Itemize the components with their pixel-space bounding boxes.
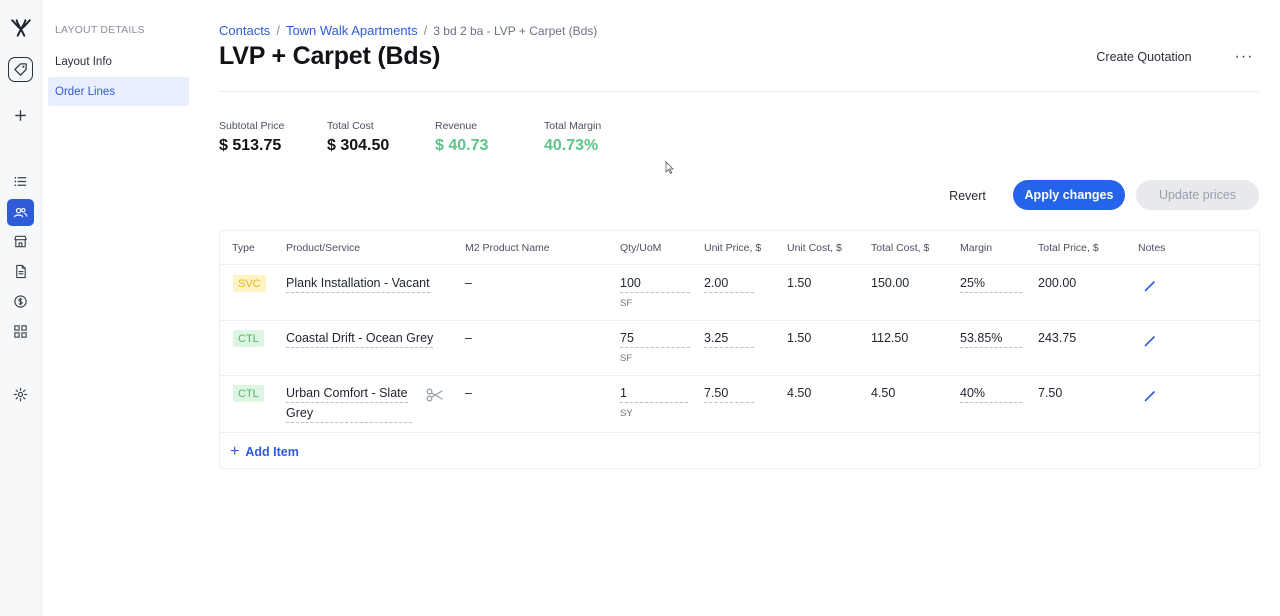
type-badge: SVC xyxy=(233,275,266,292)
order-lines-table: Type Product/Service M2 Product Name Qty… xyxy=(219,230,1260,469)
type-badge: CTL xyxy=(233,385,264,402)
header-m2-product-name: M2 Product Name xyxy=(465,242,550,254)
add-item-button[interactable]: + Add Item xyxy=(230,443,299,461)
unit-cost: 1.50 xyxy=(787,331,812,345)
header-unit-price: Unit Price, $ xyxy=(704,242,762,254)
gear-icon[interactable] xyxy=(7,381,34,408)
m2-product-name: – xyxy=(465,386,472,400)
breadcrumb-project[interactable]: Town Walk Apartments xyxy=(286,23,418,38)
logo-icon[interactable] xyxy=(7,14,34,41)
subnav-item-layout-info[interactable]: Layout Info xyxy=(48,47,189,76)
breadcrumb-contacts[interactable]: Contacts xyxy=(219,23,270,38)
list-icon[interactable] xyxy=(7,168,34,195)
more-options-icon[interactable]: ··· xyxy=(1230,44,1258,70)
stat-label: Total Margin xyxy=(544,120,602,132)
type-badge: CTL xyxy=(233,330,264,347)
stat-subtotal: Subtotal Price $ 513.75 xyxy=(219,120,284,155)
header-total-cost: Total Cost, $ xyxy=(871,242,930,254)
dollar-icon[interactable] xyxy=(7,288,34,315)
plus-icon[interactable] xyxy=(7,102,34,129)
subnav-item-order-lines[interactable]: Order Lines xyxy=(48,77,189,106)
layout-details-nav: LAYOUT DETAILS Layout Info Order Lines xyxy=(46,0,190,616)
row-divider xyxy=(220,375,1259,376)
stat-label: Total Cost xyxy=(327,120,374,132)
update-prices-button[interactable]: Update prices xyxy=(1136,180,1259,210)
breadcrumb-current: 3 bd 2 ba - LVP + Carpet (Bds) xyxy=(433,24,598,38)
contacts-icon[interactable] xyxy=(7,199,34,226)
header-total-price: Total Price, $ xyxy=(1038,242,1099,254)
unit-cost: 4.50 xyxy=(787,386,812,400)
breadcrumb: Contacts / Town Walk Apartments / 3 bd 2 ba … xyxy=(219,23,597,38)
qty-input[interactable]: 100 xyxy=(620,276,690,293)
page-title: LVP + Carpet (Bds) xyxy=(219,42,441,70)
scissors-icon[interactable] xyxy=(426,388,444,402)
unit-cost: 1.50 xyxy=(787,276,812,290)
total-cost: 150.00 xyxy=(871,276,910,290)
header-product: Product/Service xyxy=(286,242,361,254)
logo-mark xyxy=(10,18,31,37)
qty-input[interactable]: 75 xyxy=(620,331,690,348)
subnav-heading: LAYOUT DETAILS xyxy=(55,24,145,36)
create-quotation-button[interactable]: Create Quotation xyxy=(1083,42,1205,72)
stat-value: $ 513.75 xyxy=(219,137,282,154)
product-name[interactable]: Urban Comfort - Slate xyxy=(286,386,408,403)
margin-input[interactable]: 53.85% xyxy=(960,331,1022,348)
breadcrumb-separator: / xyxy=(423,23,428,38)
margin-input[interactable]: 40% xyxy=(960,386,1022,403)
unit-price-input[interactable]: 7.50 xyxy=(704,386,754,403)
document-icon[interactable] xyxy=(7,258,34,285)
header-unit-cost: Unit Cost, $ xyxy=(787,242,842,254)
total-cost: 4.50 xyxy=(871,386,896,400)
m2-product-name: – xyxy=(465,276,472,290)
plus-icon: + xyxy=(230,443,240,460)
edit-notes-pencil-icon[interactable] xyxy=(1144,280,1156,292)
icon-rail xyxy=(0,0,42,616)
total-price: 7.50 xyxy=(1038,386,1063,400)
qty-input[interactable]: 1 xyxy=(620,386,688,403)
add-item-label: Add Item xyxy=(245,445,299,459)
stat-value: 40.73% xyxy=(544,137,599,154)
tag-icon[interactable] xyxy=(8,57,33,82)
header-type: Type xyxy=(232,242,255,254)
header-margin: Margin xyxy=(960,242,993,254)
row-divider xyxy=(220,432,1259,433)
edit-notes-pencil-icon[interactable] xyxy=(1144,335,1156,347)
total-cost: 112.50 xyxy=(871,331,909,345)
total-price: 200.00 xyxy=(1038,276,1077,290)
stat-total-cost: Total Cost $ 304.50 xyxy=(327,120,389,155)
revert-button[interactable]: Revert xyxy=(934,181,1001,210)
product-name[interactable]: Plank Installation - Vacant xyxy=(286,276,430,293)
edit-notes-pencil-icon[interactable] xyxy=(1144,390,1156,402)
stat-value: $ 304.50 xyxy=(327,137,390,154)
product-name-line2[interactable]: Grey xyxy=(286,406,412,423)
m2-product-name: – xyxy=(465,331,472,345)
stat-label: Revenue xyxy=(435,120,478,132)
breadcrumb-separator: / xyxy=(276,23,280,38)
unit-price-input[interactable]: 3.25 xyxy=(704,331,754,348)
mouse-cursor-icon xyxy=(665,161,674,174)
header-qty-uom: Qty/UoM xyxy=(620,242,662,254)
stat-revenue: Revenue $ 40.73 xyxy=(435,120,488,155)
uom-label: SF xyxy=(620,298,633,309)
store-icon[interactable] xyxy=(7,228,34,255)
uom-label: SF xyxy=(620,353,633,364)
stat-value: $ 40.73 xyxy=(435,137,489,154)
apply-changes-button[interactable]: Apply changes xyxy=(1013,180,1125,210)
stat-total-margin: Total Margin 40.73% xyxy=(544,120,601,155)
row-divider xyxy=(220,264,1259,265)
row-divider xyxy=(220,320,1259,321)
total-price: 243.75 xyxy=(1038,331,1077,345)
product-name[interactable]: Coastal Drift - Ocean Grey xyxy=(286,331,434,348)
divider xyxy=(219,91,1259,92)
grid-icon[interactable] xyxy=(7,318,34,345)
margin-input[interactable]: 25% xyxy=(960,276,1022,293)
header-notes: Notes xyxy=(1138,242,1166,254)
stat-label: Subtotal Price xyxy=(219,120,285,132)
unit-price-input[interactable]: 2.00 xyxy=(704,276,754,293)
uom-label: SY xyxy=(620,408,633,419)
